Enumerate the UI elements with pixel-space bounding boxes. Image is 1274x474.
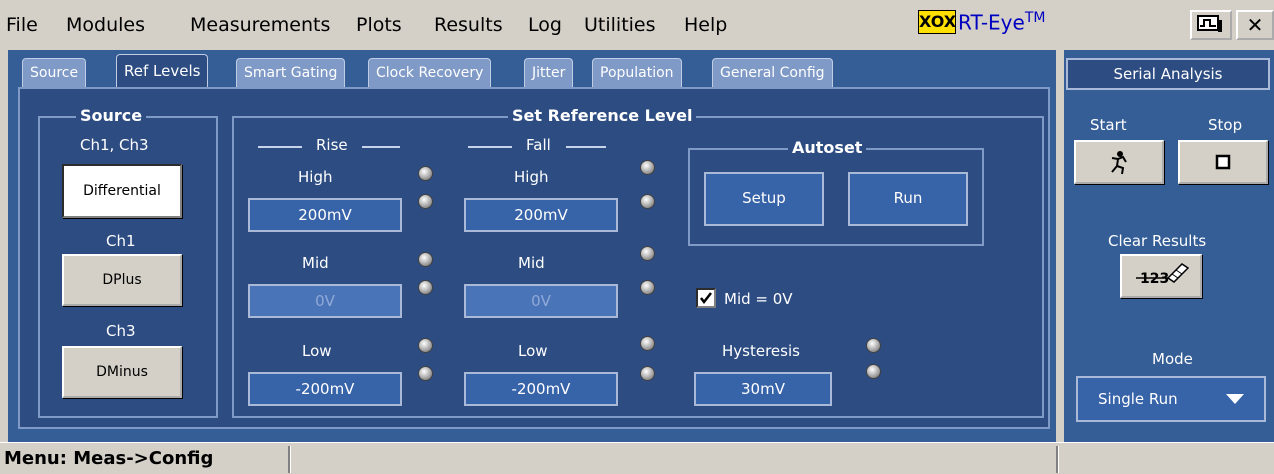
svg-text:123: 123 — [1140, 271, 1169, 287]
fall-header: Fall — [526, 136, 551, 154]
source-title: Source — [76, 106, 147, 125]
clear-results-label: Clear Results — [1108, 232, 1207, 250]
autoset-setup-button[interactable]: Setup — [704, 172, 824, 226]
menu-plots[interactable]: Plots — [356, 14, 402, 36]
fall-mid-fine-knob-icon[interactable] — [640, 280, 655, 295]
rise-mid-label: Mid — [302, 254, 329, 272]
rise-mid-coarse-knob-icon[interactable] — [418, 252, 433, 267]
chevron-down-icon — [1226, 394, 1244, 404]
ch1-label: Ch1 — [106, 232, 136, 250]
serial-analysis-title: Serial Analysis — [1066, 58, 1270, 90]
status-divider — [288, 446, 291, 473]
fall-low-label: Low — [518, 342, 548, 360]
dminus-button[interactable]: DMinus — [62, 346, 182, 398]
menu-log[interactable]: Log — [528, 14, 562, 36]
stop-square-icon — [1215, 154, 1231, 170]
mode-select[interactable]: Single Run — [1076, 376, 1266, 422]
fall-divider-left — [468, 146, 512, 148]
mode-value: Single Run — [1098, 390, 1178, 408]
tab-ref-levels[interactable]: Ref Levels — [116, 54, 209, 88]
fall-low-fine-knob-icon[interactable] — [640, 366, 655, 381]
stop-label: Stop — [1208, 116, 1243, 134]
mid-zero-label: Mid = 0V — [724, 290, 793, 308]
start-button[interactable] — [1074, 140, 1164, 184]
rise-mid-fine-knob-icon[interactable] — [418, 280, 433, 295]
hysteresis-fine-knob-icon[interactable] — [866, 364, 881, 379]
start-label: Start — [1090, 116, 1127, 134]
tab-clock-recovery[interactable]: Clock Recovery — [368, 58, 492, 87]
checkmark-icon — [700, 292, 712, 305]
app-title-text: RT-Eye — [958, 10, 1025, 35]
close-button[interactable]: ✕ — [1236, 10, 1274, 40]
status-divider — [1056, 446, 1059, 473]
fall-high-coarse-knob-icon[interactable] — [640, 160, 655, 175]
rise-divider-left — [258, 146, 302, 148]
fall-high-field[interactable]: 200mV — [464, 198, 618, 232]
autoset-title: Autoset — [788, 138, 867, 157]
tab-general-config[interactable]: General Config — [712, 58, 833, 87]
menu-bar: File Modules Measurements Plots Results … — [0, 0, 1274, 50]
fall-mid-label: Mid — [518, 254, 545, 272]
rise-high-field[interactable]: 200mV — [248, 198, 402, 232]
fall-mid-field[interactable]: 0V — [464, 284, 618, 318]
menu-utilities[interactable]: Utilities — [584, 14, 656, 36]
fall-low-coarse-knob-icon[interactable] — [640, 336, 655, 351]
fall-low-field[interactable]: -200mV — [464, 372, 618, 406]
app-title: RT-EyeTM — [958, 10, 1045, 35]
rise-low-field[interactable]: -200mV — [248, 372, 402, 406]
clear-results-button[interactable]: 123 — [1120, 254, 1202, 298]
oscilloscope-icon — [1197, 15, 1222, 32]
rise-high-fine-knob-icon[interactable] — [418, 194, 433, 209]
rise-high-coarse-knob-icon[interactable] — [418, 166, 433, 181]
rise-high-label: High — [298, 168, 333, 186]
menu-file[interactable]: File — [6, 14, 38, 36]
logo-icon: XOX — [918, 10, 956, 34]
hysteresis-coarse-knob-icon[interactable] — [866, 338, 881, 353]
rise-low-fine-knob-icon[interactable] — [418, 366, 433, 381]
tab-population[interactable]: Population — [592, 58, 682, 87]
scope-view-button[interactable] — [1190, 10, 1232, 40]
tab-smart-gating[interactable]: Smart Gating — [236, 58, 346, 87]
hysteresis-field[interactable]: 30mV — [694, 372, 832, 406]
rise-divider-right — [362, 146, 400, 148]
rise-header: Rise — [316, 136, 348, 154]
dplus-button[interactable]: DPlus — [62, 254, 182, 306]
ch1-ch3-label: Ch1, Ch3 — [80, 136, 149, 154]
rise-low-label: Low — [302, 342, 332, 360]
fall-high-fine-knob-icon[interactable] — [640, 194, 655, 209]
fall-high-label: High — [514, 168, 549, 186]
tab-jitter[interactable]: Jitter — [524, 58, 574, 87]
rise-low-coarse-knob-icon[interactable] — [418, 338, 433, 353]
running-figure-icon — [1111, 151, 1127, 175]
mid-zero-checkbox[interactable] — [696, 288, 716, 308]
stop-button[interactable] — [1178, 140, 1268, 184]
mode-label: Mode — [1152, 350, 1193, 368]
fall-divider-right — [566, 146, 606, 148]
autoset-run-button[interactable]: Run — [848, 172, 968, 226]
menu-help[interactable]: Help — [684, 14, 727, 36]
menu-modules[interactable]: Modules — [66, 14, 145, 36]
rise-mid-field[interactable]: 0V — [248, 284, 402, 318]
trademark: TM — [1024, 10, 1046, 26]
tab-source[interactable]: Source — [22, 58, 87, 87]
menu-measurements[interactable]: Measurements — [190, 14, 330, 36]
differential-button[interactable]: Differential — [62, 164, 182, 218]
reference-level-title: Set Reference Level — [508, 106, 697, 125]
fall-mid-coarse-knob-icon[interactable] — [640, 246, 655, 261]
status-text: Menu: Meas->Config — [4, 448, 214, 469]
hysteresis-label: Hysteresis — [722, 342, 800, 360]
ch3-label: Ch3 — [106, 322, 136, 340]
menu-results[interactable]: Results — [434, 14, 503, 36]
eraser-123-icon: 123 — [1136, 263, 1190, 287]
